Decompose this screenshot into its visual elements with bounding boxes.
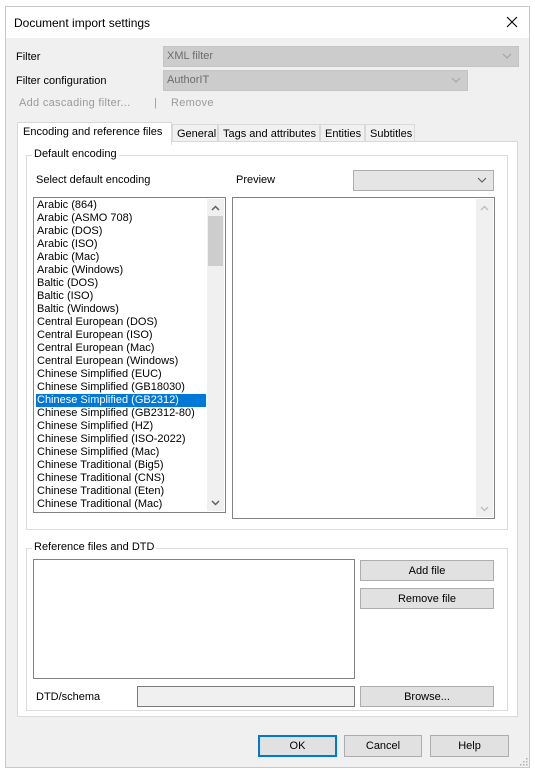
default-encoding-legend: Default encoding [32,148,119,160]
remove-file-button[interactable]: Remove file [360,588,494,609]
cancel-button[interactable]: Cancel [344,735,422,757]
encoding-list-item[interactable]: Central European (Windows) [36,355,206,368]
filter-select[interactable]: XML filter [163,46,519,67]
add-cascading-filter-link[interactable]: Add cascading filter... [19,97,130,109]
tab-label: Encoding and reference files [23,126,163,138]
ok-button[interactable]: OK [258,735,337,757]
filter-configuration-select[interactable]: AuthorIT [163,70,468,91]
chevron-down-icon [502,53,512,59]
cancel-label: Cancel [365,740,401,752]
chevron-up-icon [211,204,220,211]
add-file-button[interactable]: Add file [360,560,494,581]
tab-label: Entities [325,128,362,140]
tab-label: Tags and attributes [223,128,316,140]
dialog-window: Document import settings Filter XML filt… [5,6,530,768]
resize-grip-icon[interactable] [520,758,528,766]
filter-configuration-label: Filter configuration [16,75,107,87]
encoding-list-item-selected[interactable]: Chinese Simplified (GB2312) [36,394,206,407]
encoding-list-item[interactable]: Chinese Traditional (Big5) [36,459,206,472]
encoding-list-item[interactable]: Chinese Traditional (CNS) [36,472,206,485]
close-icon [506,16,518,28]
tab-label: Subtitles [370,128,413,140]
encoding-list-item[interactable]: Central European (Mac) [36,342,206,355]
browse-button[interactable]: Browse... [360,686,494,707]
tab-encoding-and-reference-files[interactable]: Encoding and reference files [17,122,172,145]
encoding-list-item[interactable]: Central European (ISO) [36,329,206,342]
scroll-down-button[interactable] [476,500,493,517]
encoding-list-item[interactable]: Baltic (ISO) [36,290,206,303]
select-default-encoding-label: Select default encoding [36,174,151,186]
encoding-list-item[interactable]: Arabic (864) [36,199,206,212]
encoding-list-item[interactable]: Arabic (DOS) [36,225,206,238]
link-separator: | [154,97,158,109]
title-bar: Document import settings [6,7,529,38]
encoding-list-item[interactable]: Baltic (Windows) [36,303,206,316]
encoding-list-item[interactable]: Chinese Simplified (HZ) [36,420,206,433]
dialog-title: Document import settings [14,16,151,30]
add-file-label: Add file [408,564,446,577]
reference-files-group: Reference files and DTD Add file Remove … [26,541,508,711]
scroll-up-button[interactable] [207,199,224,216]
encoding-list-item[interactable]: Chinese Simplified (EUC) [36,368,206,381]
chevron-down-icon [477,177,487,183]
encoding-listbox[interactable]: Arabic (864) Arabic (ASMO 708) Arabic (DOS… [33,197,226,513]
remove-file-label: Remove file [397,592,457,605]
encoding-list-item[interactable]: Arabic (Windows) [36,264,206,277]
encoding-list-item[interactable]: Chinese Traditional (Mac) [36,498,206,511]
filter-configuration-value: AuthorIT [167,74,210,86]
chevron-down-icon [480,505,489,512]
preview-scrollbar[interactable] [476,199,493,517]
reference-files-list[interactable] [33,559,355,679]
scroll-up-button[interactable] [476,199,493,216]
encoding-scrollbar[interactable] [207,199,224,511]
chevron-down-icon [451,77,461,83]
chevron-down-icon [211,499,220,506]
chevron-up-icon [480,204,489,211]
encoding-list-item[interactable]: Arabic (Mac) [36,251,206,264]
encoding-list-item[interactable]: Baltic (DOS) [36,277,206,290]
default-encoding-group: Default encoding Select default encoding… [26,148,508,530]
encoding-list-item[interactable]: Arabic (ASMO 708) [36,212,206,225]
dtd-schema-label: DTD/schema [36,691,101,703]
preview-select[interactable] [353,170,494,191]
help-label: Help [458,740,481,752]
close-button[interactable] [499,9,525,35]
encoding-list-item[interactable]: Chinese Simplified (ISO-2022) [36,433,206,446]
scroll-thumb[interactable] [208,216,223,266]
tab-panel-encoding: Default encoding Select default encoding… [17,141,518,717]
filter-label: Filter [16,51,41,63]
encoding-list-item[interactable]: Chinese Simplified (Mac) [36,446,206,459]
encoding-list-item[interactable]: Chinese Simplified (GB2312-80) [36,407,206,420]
encoding-list-item[interactable]: Chinese Simplified (GB18030) [36,381,206,394]
encoding-list-items: Arabic (864) Arabic (ASMO 708) Arabic (DOS… [36,199,206,511]
dtd-schema-field[interactable] [137,686,355,707]
encoding-list-item[interactable]: Central European (DOS) [36,316,206,329]
encoding-list-item[interactable]: Chinese Traditional (Eten) [36,485,206,498]
help-button[interactable]: Help [430,735,509,757]
reference-files-legend: Reference files and DTD [32,541,157,553]
scroll-down-button[interactable] [207,494,224,511]
remove-filter-link[interactable]: Remove [171,97,214,109]
preview-pane[interactable] [232,197,495,519]
browse-label: Browse... [404,690,450,703]
tab-label: General [177,128,217,140]
encoding-list-item[interactable]: Arabic (ISO) [36,238,206,251]
preview-label: Preview [236,174,276,186]
ok-label: OK [289,740,306,752]
filter-value: XML filter [167,50,214,62]
